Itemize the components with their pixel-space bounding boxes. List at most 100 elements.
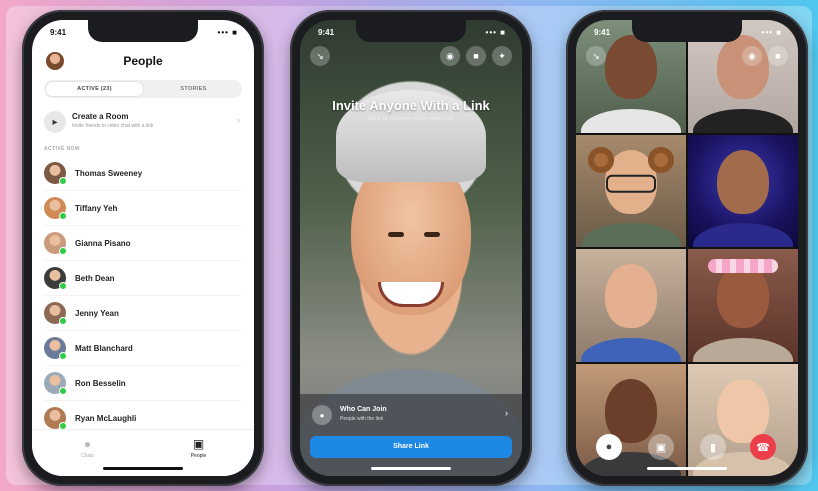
video-tile[interactable] [688, 249, 798, 362]
home-indicator [103, 467, 183, 470]
list-item[interactable]: Beth Dean [44, 261, 242, 296]
notch [356, 20, 466, 42]
people-icon: ● [312, 405, 332, 425]
people-icon: ▣ [192, 437, 205, 451]
participant-body [581, 337, 681, 362]
participant-body [581, 108, 681, 133]
list-item[interactable]: Jenny Yean [44, 296, 242, 331]
avatar [44, 302, 67, 325]
tab-active[interactable]: ACTIVE (23) [46, 82, 143, 96]
tab-label: People [190, 453, 207, 459]
share-link-button[interactable]: Share Link [310, 436, 512, 458]
list-item[interactable]: Thomas Sweeney [44, 156, 242, 191]
home-indicator [647, 467, 727, 470]
avatar [44, 197, 67, 220]
who-can-join-subtitle: People with the link [340, 416, 384, 422]
avatar [44, 232, 67, 255]
effects-icon[interactable]: ✦ [492, 46, 512, 66]
call-bottom-controls: ● ▣ ▮ ☎ [576, 434, 798, 464]
chevron-right-icon: › [237, 115, 240, 125]
contact-name: Ryan McLaughli [75, 413, 137, 423]
glasses-effect [606, 174, 656, 193]
home-indicator [371, 467, 451, 470]
participant-body [693, 223, 793, 247]
contact-name: Jenny Yean [75, 308, 119, 318]
contact-list: Thomas Sweeney Tiffany Yeh Gianna Pisano… [44, 156, 242, 436]
call-top-controls: ↘ ◉ ■ ✦ [310, 46, 512, 68]
participant-face [717, 149, 769, 214]
video-tile[interactable] [688, 134, 798, 247]
video-tile[interactable] [576, 134, 686, 247]
end-call-button[interactable]: ☎ [750, 434, 776, 460]
phone-invite: 9:41 ••• ■ ↘ ◉ ■ ✦ Invite Anyone With a … [290, 10, 532, 486]
participant-body [693, 337, 793, 362]
status-time: 9:41 [318, 28, 335, 37]
invite-subtitle: We'll let you know when others join [368, 116, 454, 122]
camera-toggle-button[interactable]: ● [596, 434, 622, 460]
participant-body [581, 223, 681, 247]
status-time: 9:41 [594, 28, 611, 37]
person-eye [388, 232, 404, 237]
contact-name: Matt Blanchard [75, 343, 133, 353]
signal-battery-icon: ••• ■ [485, 28, 506, 37]
who-can-join-title: Who Can Join [340, 406, 387, 413]
video-camera-icon: ▸ [44, 111, 66, 133]
page-title: People [123, 54, 163, 68]
share-panel: ● Who Can Join People with the link › Sh… [300, 394, 522, 476]
avatar [44, 267, 67, 290]
people-header: People [32, 48, 254, 76]
avatar [44, 162, 67, 185]
signal-battery-icon: ••• ■ [217, 28, 238, 37]
create-room-subtitle: Invite friends to video chat with a link [72, 123, 154, 129]
list-item[interactable]: Matt Blanchard [44, 331, 242, 366]
invite-title: Invite Anyone With a Link [332, 98, 490, 113]
avatar [44, 337, 67, 360]
tab-stories[interactable]: STORIES [145, 80, 242, 98]
people-tabs: ACTIVE (23) STORIES [44, 80, 242, 98]
participant-face [605, 264, 657, 329]
list-item[interactable]: Gianna Pisano [44, 226, 242, 261]
contact-name: Gianna Pisano [75, 238, 131, 248]
video-icon[interactable]: ■ [466, 46, 486, 66]
invite-screen: 9:41 ••• ■ ↘ ◉ ■ ✦ Invite Anyone With a … [300, 20, 522, 476]
bear-ears-effect [588, 146, 674, 173]
participants-icon[interactable]: ▣ [648, 434, 674, 460]
notch [88, 20, 198, 42]
signal-battery-icon: ••• ■ [761, 28, 782, 37]
create-room-title: Create a Room [72, 112, 129, 121]
contact-name: Ron Besselin [75, 378, 126, 388]
avatar [44, 407, 67, 430]
video-grid [576, 20, 798, 476]
video-icon[interactable]: ■ [768, 46, 788, 66]
who-can-join-row[interactable]: ● Who Can Join People with the link › [312, 402, 510, 428]
collapse-icon[interactable]: ↘ [586, 46, 606, 66]
collapse-icon[interactable]: ↘ [310, 46, 330, 66]
participant-face [605, 35, 657, 100]
participant-body [693, 108, 793, 133]
call-top-controls: ↘ ◉ ■ [586, 46, 788, 66]
contact-name: Tiffany Yeh [75, 203, 118, 213]
avatar [44, 372, 67, 395]
phone-group-call: 9:41 ••• ■ ↘ ◉ ■ ● ▣ ▮ ☎ [566, 10, 808, 486]
contact-name: Thomas Sweeney [75, 168, 143, 178]
list-item[interactable]: Ron Besselin [44, 366, 242, 401]
create-room-row[interactable]: ▸ Create a Room Invite friends to video … [44, 106, 242, 138]
person-eye [424, 232, 440, 237]
participant-face [717, 264, 769, 329]
status-time: 9:41 [50, 28, 67, 37]
participant-face [717, 35, 769, 100]
mute-mic-icon[interactable]: ▮ [700, 434, 726, 460]
chevron-right-icon: › [505, 408, 508, 418]
camera-flip-icon[interactable]: ◉ [440, 46, 460, 66]
chat-bubble-icon: ● [83, 437, 92, 451]
tab-label: Chats [80, 453, 95, 459]
people-screen: 9:41 ••• ■ People ACTIVE (23) STORIES ▸ … [32, 20, 254, 476]
contact-name: Beth Dean [75, 273, 115, 283]
notch [632, 20, 742, 42]
video-tile[interactable] [576, 249, 686, 362]
phone-people: 9:41 ••• ■ People ACTIVE (23) STORIES ▸ … [22, 10, 264, 486]
group-call-screen: 9:41 ••• ■ ↘ ◉ ■ ● ▣ ▮ ☎ [576, 20, 798, 476]
list-item[interactable]: Tiffany Yeh [44, 191, 242, 226]
camera-flip-icon[interactable]: ◉ [742, 46, 762, 66]
section-label: ACTIVE NOW [44, 146, 80, 152]
